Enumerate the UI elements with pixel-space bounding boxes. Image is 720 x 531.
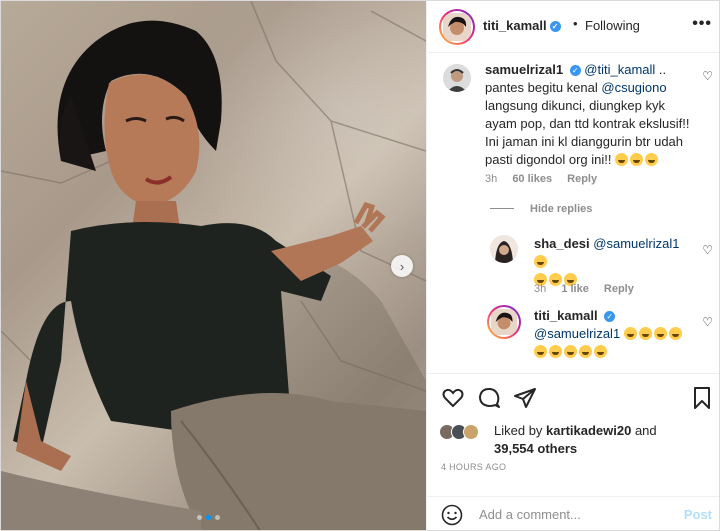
emoji-icon[interactable]	[441, 504, 463, 526]
comments-section: samuelrizal1 ✓ @titi_kamall .. pantes be…	[427, 53, 719, 373]
verified-badge-icon: ✓	[549, 21, 561, 32]
reply-avatar[interactable]	[490, 235, 518, 263]
post-actions: Liked by kartikadewi20 and 39,554 others …	[427, 373, 719, 530]
reply-reply-button[interactable]: Reply	[604, 283, 634, 295]
post-comment-button[interactable]: Post	[684, 507, 712, 522]
reply-time: 3h	[534, 283, 547, 295]
verified-badge-icon: ✓	[569, 65, 581, 76]
post-photo[interactable]: ›	[1, 1, 426, 530]
post-timestamp[interactable]: 4 HOURS AGO	[441, 462, 506, 472]
avatar-image	[490, 235, 518, 263]
reply-mention[interactable]: @samuelrizal1	[534, 326, 620, 341]
emoji-icon	[534, 345, 547, 358]
instagram-post-modal: › titi_kamall ✓ • Following ••• samuelri…	[0, 0, 720, 531]
avatar	[463, 424, 479, 440]
post-header: titi_kamall ✓ • Following •••	[427, 1, 719, 53]
liked-by-prefix: Liked by	[494, 423, 547, 438]
comment-reply-button[interactable]: Reply	[567, 173, 597, 185]
liked-avatars	[439, 424, 491, 442]
reply-likes[interactable]: 1 like	[561, 283, 589, 295]
liked-by-others[interactable]: 39,554 others	[494, 441, 577, 456]
post-author-username[interactable]: titi_kamall ✓	[483, 18, 561, 33]
carousel-indicator	[197, 515, 220, 520]
more-options-icon[interactable]: •••	[692, 15, 712, 33]
comment-meta: 3h 60 likes Reply	[485, 173, 597, 185]
carousel-dot	[215, 515, 220, 520]
emoji-icon	[638, 327, 652, 340]
reply-mention[interactable]: @samuelrizal1	[593, 236, 679, 251]
header-separator: •	[573, 16, 578, 31]
reply-like-heart-icon[interactable]: ♡	[702, 243, 713, 257]
liked-by-mid: and	[631, 423, 657, 438]
reply-body: titi_kamall ✓ @samuelrizal1	[534, 307, 704, 361]
comment-body: samuelrizal1 ✓ @titi_kamall .. pantes be…	[485, 61, 700, 169]
avatar-image	[443, 13, 471, 41]
hide-replies-button[interactable]: Hide replies	[490, 203, 592, 215]
comment-input[interactable]	[477, 506, 671, 523]
carousel-dot-active	[206, 515, 211, 520]
hide-replies-label: Hide replies	[530, 203, 593, 215]
avatar-image	[443, 64, 471, 92]
comment-time: 3h	[485, 173, 498, 185]
emoji-icon	[668, 327, 682, 340]
emoji-icon	[534, 255, 547, 268]
comment-mention[interactable]: @titi_kamall	[584, 62, 655, 77]
reply-meta: 3h 1 like Reply	[534, 283, 634, 295]
chevron-right-icon: ›	[399, 258, 405, 274]
author-avatar[interactable]	[439, 9, 475, 45]
comment-like-heart-icon[interactable]: ♡	[702, 69, 713, 83]
post-side-panel: titi_kamall ✓ • Following ••• samuelrizal…	[426, 1, 719, 530]
liked-by-text: Liked by kartikadewi20 and 39,554 others	[494, 422, 694, 458]
reply-body: sha_desi @samuelrizal1	[534, 235, 694, 289]
bookmark-icon[interactable]	[691, 386, 713, 410]
emoji-icon	[623, 327, 637, 340]
share-icon[interactable]	[513, 386, 537, 410]
carousel-next-button[interactable]: ›	[391, 255, 413, 277]
emoji-icon	[653, 327, 667, 340]
reply-username[interactable]: titi_kamall	[534, 308, 598, 323]
emoji-icon	[594, 345, 607, 358]
divider	[490, 208, 514, 209]
heart-icon[interactable]	[441, 386, 465, 410]
reply-avatar[interactable]	[487, 305, 521, 339]
emoji-icon	[630, 153, 644, 166]
comment-text: langsung dikunci, diungkep kyk ayam pop,…	[485, 98, 690, 167]
avatar-image	[491, 309, 517, 335]
emoji-icon	[645, 153, 659, 166]
comment-username[interactable]: samuelrizal1	[485, 62, 563, 77]
emoji-icon	[549, 345, 562, 358]
emoji-icon	[564, 345, 577, 358]
add-comment-bar: Post	[427, 496, 719, 530]
comment-icon[interactable]	[477, 386, 501, 410]
emoji-icon	[615, 153, 629, 166]
emoji-icon	[579, 345, 592, 358]
reply-username[interactable]: sha_desi	[534, 236, 590, 251]
photo-illustration	[1, 1, 426, 530]
comment-mention[interactable]: @csugiono	[601, 80, 666, 95]
verified-badge-icon: ✓	[604, 311, 616, 322]
following-button[interactable]: Following	[585, 18, 640, 33]
liked-by-username[interactable]: kartikadewi20	[546, 423, 631, 438]
comment-avatar[interactable]	[443, 64, 471, 92]
comment-likes[interactable]: 60 likes	[512, 173, 552, 185]
reply-like-heart-icon[interactable]: ♡	[702, 315, 713, 329]
carousel-dot	[197, 515, 202, 520]
